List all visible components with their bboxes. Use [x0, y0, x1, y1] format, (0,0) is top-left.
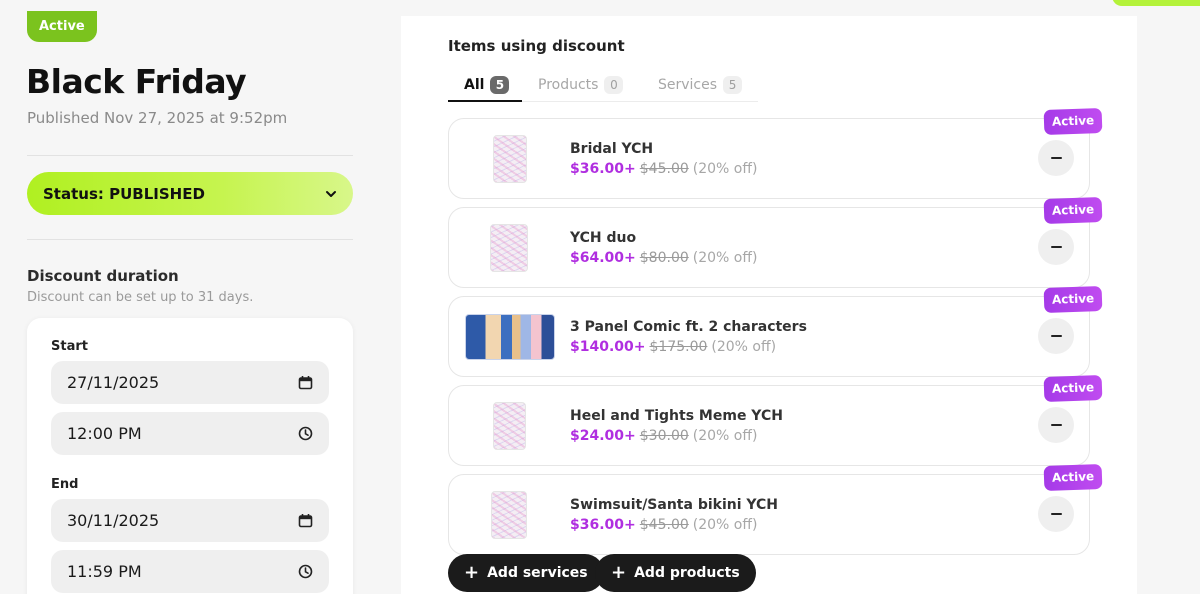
tab-products[interactable]: Products 0: [538, 67, 624, 102]
original-price: $80.00: [639, 250, 689, 266]
item-name: Bridal YCH: [570, 141, 654, 157]
add-services-label: Add services: [487, 565, 588, 581]
tab-all[interactable]: All 5: [464, 67, 510, 102]
end-date-value: 30/11/2025: [67, 511, 160, 530]
item-thumbnail: [490, 223, 528, 272]
item-thumbnail: [493, 134, 527, 183]
end-label: End: [51, 477, 79, 492]
discount-status-badge: Active: [27, 11, 97, 42]
end-time-input[interactable]: 11:59 PM: [51, 550, 329, 593]
item-price: $36.00+ $45.00 (20% off): [570, 161, 757, 177]
top-right-action-pill[interactable]: [1112, 0, 1200, 6]
tab-label: Products: [538, 76, 599, 93]
item-thumbnail: [465, 313, 555, 360]
status-dropdown[interactable]: Status: PUBLISHED: [27, 172, 353, 215]
clock-icon[interactable]: [297, 564, 313, 580]
item-status-badge: Active: [1043, 463, 1103, 492]
item-name: Heel and Tights Meme YCH: [570, 408, 783, 424]
item-status-badge: Active: [1043, 196, 1103, 225]
item-name: YCH duo: [570, 230, 637, 246]
start-time-input[interactable]: 12:00 PM: [51, 412, 329, 455]
sale-price: $36.00+: [570, 517, 636, 533]
discount-percent: (20% off): [692, 250, 758, 266]
remove-item-button[interactable]: [1038, 229, 1074, 265]
item-price: $36.00+ $45.00 (20% off): [570, 517, 757, 533]
calendar-icon[interactable]: [297, 513, 313, 529]
item-status-badge: Active: [1043, 374, 1103, 403]
discount-details-column: Active Black Friday Published Nov 27, 20…: [0, 0, 380, 594]
original-price: $45.00: [639, 517, 689, 533]
item-thumbnail: [493, 401, 526, 450]
start-time-value: 12:00 PM: [67, 424, 142, 443]
calendar-icon[interactable]: [297, 375, 313, 391]
remove-item-button[interactable]: [1038, 318, 1074, 354]
tab-label: All: [464, 76, 485, 93]
published-timestamp: Published Nov 27, 2025 at 9:52pm: [27, 109, 288, 127]
discount-duration-heading: Discount duration: [27, 267, 179, 285]
sale-price: $36.00+: [570, 161, 636, 177]
tab-count-badge: 5: [490, 75, 510, 94]
original-price: $45.00: [639, 161, 689, 177]
item-price: $24.00+ $30.00 (20% off): [570, 428, 757, 444]
item-status-badge: Active: [1043, 107, 1103, 136]
discount-percent: (20% off): [692, 161, 758, 177]
end-time-value: 11:59 PM: [67, 562, 142, 581]
add-products-button[interactable]: + Add products: [595, 554, 756, 592]
list-item: Swimsuit/Santa bikini YCH $36.00+ $45.00(…: [448, 463, 1103, 555]
minus-icon: [1050, 424, 1062, 426]
remove-item-button[interactable]: [1038, 496, 1074, 532]
divider: [27, 155, 353, 156]
start-date-value: 27/11/2025: [67, 373, 160, 392]
items-panel: Items using discount All 5 Products 0 Se…: [401, 16, 1137, 594]
end-date-input[interactable]: 30/11/2025: [51, 499, 329, 542]
original-price: $175.00: [649, 339, 708, 355]
chevron-down-icon: [323, 186, 339, 202]
sale-price: $64.00+: [570, 250, 636, 266]
items-tabs: All 5 Products 0 Services 5: [448, 67, 758, 102]
add-services-button[interactable]: + Add services: [448, 554, 604, 592]
add-products-label: Add products: [634, 565, 740, 581]
minus-icon: [1050, 513, 1062, 515]
item-price: $64.00+ $80.00 (20% off): [570, 250, 757, 266]
divider: [27, 239, 353, 240]
list-item: Heel and Tights Meme YCH $24.00+ $30.00 (2…: [448, 374, 1103, 466]
page-title: Black Friday: [26, 62, 247, 101]
tab-count-badge: 5: [723, 75, 743, 94]
plus-icon: +: [464, 562, 480, 583]
items-heading: Items using discount: [448, 37, 625, 55]
list-item: Bridal YCH $36.00+ $45.00 (20% off) Active: [448, 107, 1103, 199]
start-label: Start: [51, 339, 88, 354]
discount-percent: (20% off): [692, 428, 758, 444]
clock-icon[interactable]: [297, 426, 313, 442]
original-price: $30.00: [639, 428, 689, 444]
item-thumbnail: [491, 490, 527, 539]
discount-percent: (20% off): [692, 517, 758, 533]
discount-percent: (20% off): [711, 339, 777, 355]
item-name: Swimsuit/Santa bikini YCH: [570, 497, 779, 513]
tab-label: Services: [658, 76, 718, 93]
sale-price: $140.00+: [570, 339, 646, 355]
tab-services[interactable]: Services 5: [658, 67, 743, 102]
discount-duration-hint: Discount can be set up to 31 days.: [27, 290, 254, 305]
minus-icon: [1050, 157, 1062, 159]
item-name: 3 Panel Comic ft. 2 characters: [570, 319, 807, 335]
minus-icon: [1050, 335, 1062, 337]
remove-item-button[interactable]: [1038, 407, 1074, 443]
active-tab-indicator: [448, 100, 522, 102]
tab-count-badge: 0: [604, 75, 624, 94]
list-item: 3 Panel Comic ft. 2 characters $140.00+ $…: [448, 285, 1103, 377]
minus-icon: [1050, 246, 1062, 248]
list-item: YCH duo $64.00+ $80.00 (20% off) Active: [448, 196, 1103, 288]
item-status-badge: Active: [1043, 285, 1103, 314]
start-date-input[interactable]: 27/11/2025: [51, 361, 329, 404]
status-dropdown-label: Status: PUBLISHED: [43, 184, 205, 203]
item-price: $140.00+ $175.00 (20% off): [570, 339, 776, 355]
duration-card: Start 27/11/2025 12:00 PM End 30/11/2025…: [27, 318, 353, 594]
sale-price: $24.00+: [570, 428, 636, 444]
remove-item-button[interactable]: [1038, 140, 1074, 176]
plus-icon: +: [611, 562, 627, 583]
